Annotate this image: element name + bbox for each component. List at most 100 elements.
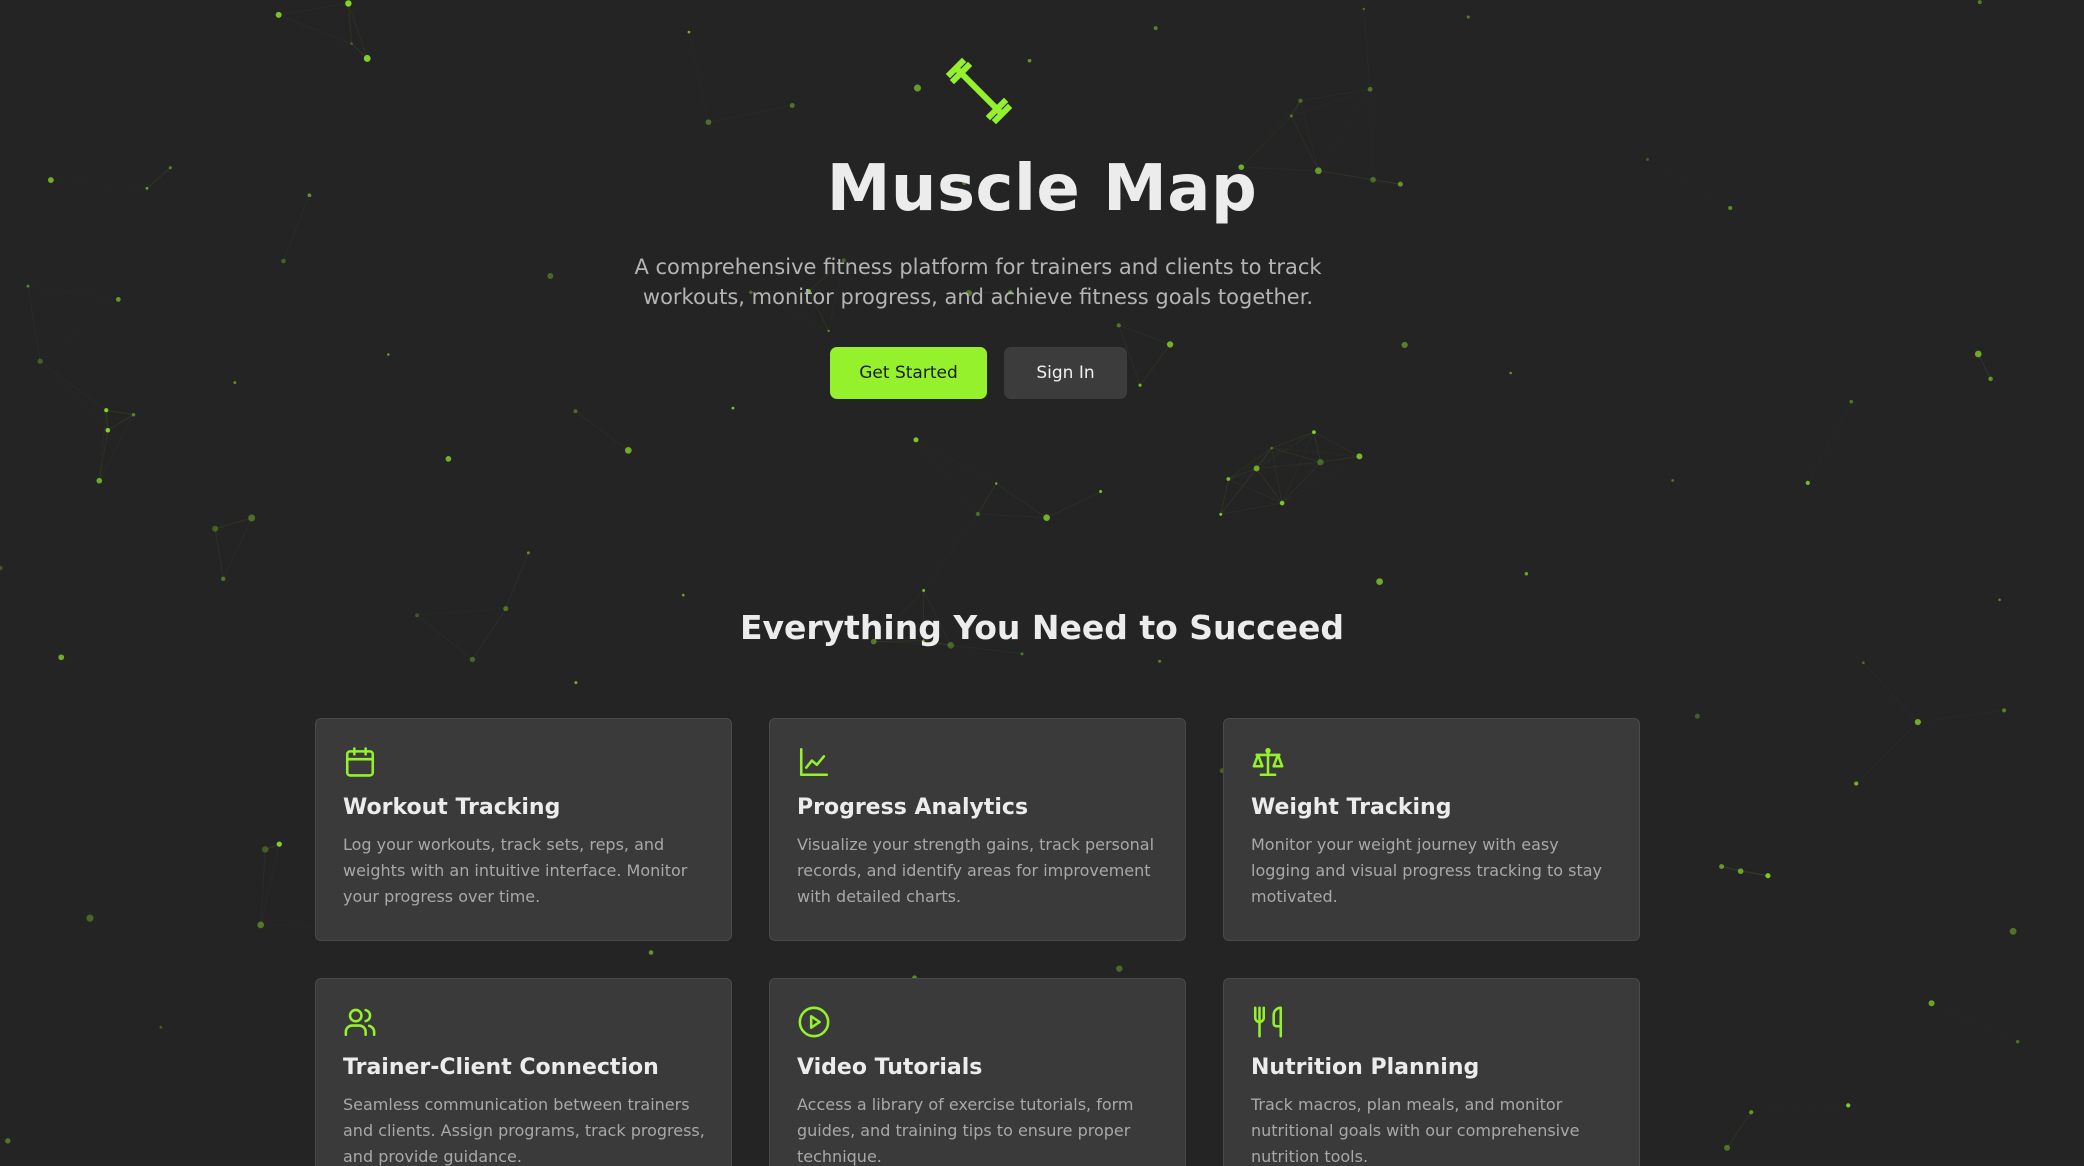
- landing-page: Muscle Map A comprehensive fitness platf…: [0, 0, 2084, 1166]
- particle-dot: [1524, 572, 1529, 576]
- particle-link: [1364, 9, 1468, 17]
- particle-dot: [1737, 868, 1744, 875]
- particle-link: [1256, 461, 1321, 469]
- particle-dot: [922, 589, 926, 592]
- particle-link: [279, 15, 352, 44]
- particle-link: [1721, 866, 1741, 872]
- particle-link: [40, 361, 106, 410]
- feature-title: Progress Analytics: [797, 795, 1029, 820]
- particle-link: [995, 483, 1047, 519]
- particle-dot: [86, 914, 94, 922]
- get-started-button[interactable]: Get Started: [830, 347, 987, 399]
- feature-description: Seamless communication between trainers …: [343, 1095, 705, 1166]
- particle-dot: [1020, 652, 1024, 656]
- feature-title: Nutrition Planning: [1251, 1055, 1480, 1080]
- particle-dot: [115, 297, 121, 302]
- feature-card-progress-analytics: Progress Analytics Visualize your streng…: [769, 718, 1186, 941]
- particle-dot: [1749, 1110, 1754, 1115]
- particle-dot: [1298, 98, 1303, 103]
- line-chart-icon: [797, 745, 831, 779]
- feature-description: Log your workouts, track sets, reps, and…: [343, 835, 688, 906]
- particle-link: [505, 552, 529, 609]
- feature-card-video-tutorials: Video Tutorials Access a library of exer…: [769, 978, 1186, 1166]
- particle-dot: [1362, 7, 1366, 11]
- particle-dot: [2002, 708, 2007, 713]
- feature-card-nutrition-planning: Nutrition Planning Track macros, plan me…: [1223, 978, 1640, 1166]
- particle-dot: [1317, 458, 1324, 466]
- particle-link: [279, 15, 368, 59]
- particle-dot: [5, 1138, 11, 1144]
- particle-dot: [387, 353, 390, 356]
- sign-in-button[interactable]: Sign In: [1004, 347, 1127, 399]
- particle-dot: [1914, 718, 1921, 726]
- particle-link: [1726, 1111, 1752, 1149]
- particle-dot: [547, 273, 554, 279]
- particle-link: [1220, 502, 1283, 515]
- particle-dot: [1974, 350, 1982, 358]
- particle-dot: [96, 477, 103, 484]
- particle-dot: [1270, 446, 1273, 450]
- particle-link: [215, 517, 252, 530]
- particle-dot: [281, 258, 286, 264]
- particle-link: [1932, 1003, 2018, 1042]
- particle-dot: [469, 656, 476, 663]
- particle-dot: [1367, 86, 1373, 92]
- particle-dot: [58, 654, 65, 661]
- particle-dot: [1509, 371, 1512, 375]
- particle-link: [214, 528, 224, 579]
- particle-dot: [573, 409, 578, 414]
- particle-dot: [1765, 873, 1771, 879]
- particle-dot: [257, 921, 265, 929]
- particle-dot: [1988, 376, 1993, 382]
- feature-description: Visualize your strength gains, track per…: [797, 835, 1155, 906]
- particle-dot: [1116, 965, 1123, 972]
- utensils-icon: [1251, 1005, 1285, 1039]
- feature-title: Workout Tracking: [343, 795, 561, 820]
- feature-title: Weight Tracking: [1251, 795, 1452, 820]
- particle-link: [1932, 931, 2014, 1003]
- particle-dot: [1928, 1000, 1935, 1007]
- particle-dot: [1998, 598, 2001, 602]
- particle-dot: [37, 358, 43, 364]
- particle-dot: [0, 565, 3, 571]
- particle-link: [278, 2, 349, 16]
- particle-dot: [445, 456, 452, 462]
- particle-dot: [1846, 1103, 1851, 1108]
- particle-link: [1977, 353, 1992, 380]
- feature-description: Access a library of exercise tutorials, …: [797, 1095, 1134, 1166]
- particle-dot: [1153, 26, 1158, 31]
- particle-link: [1046, 491, 1101, 519]
- particle-link: [1405, 345, 1511, 373]
- users-icon: [343, 1005, 377, 1039]
- particle-link: [575, 410, 629, 451]
- particle-dot: [705, 119, 712, 126]
- particle-link: [222, 517, 253, 580]
- particle-dot: [2015, 1040, 2020, 1044]
- barbell-icon: [944, 56, 1014, 126]
- feature-title: Video Tutorials: [797, 1055, 983, 1080]
- particle-dot: [1694, 713, 1700, 719]
- particle-dot: [345, 0, 352, 7]
- particle-link: [708, 105, 792, 122]
- particle-dot: [1401, 341, 1408, 349]
- particle-link: [1313, 432, 1321, 463]
- particle-dot: [363, 54, 371, 62]
- particle-link: [40, 361, 133, 414]
- particle-link: [134, 383, 235, 415]
- particle-link: [1271, 447, 1283, 504]
- particle-link: [1751, 1105, 1848, 1112]
- particle-link: [916, 440, 978, 514]
- particle-dot: [1719, 864, 1725, 870]
- particle-dot: [526, 551, 530, 555]
- particle-dot: [648, 950, 654, 955]
- particle-link: [1228, 478, 1283, 504]
- particle-dot: [212, 525, 219, 532]
- particle-dot: [1099, 490, 1103, 494]
- particle-link: [916, 440, 996, 484]
- page-subtitle: A comprehensive fitness platform for tra…: [634, 255, 1322, 309]
- particle-dot: [1116, 323, 1121, 328]
- particle-link: [689, 32, 709, 122]
- particle-dot: [995, 482, 998, 485]
- particle-dot: [2009, 927, 2017, 935]
- particle-link: [40, 299, 118, 361]
